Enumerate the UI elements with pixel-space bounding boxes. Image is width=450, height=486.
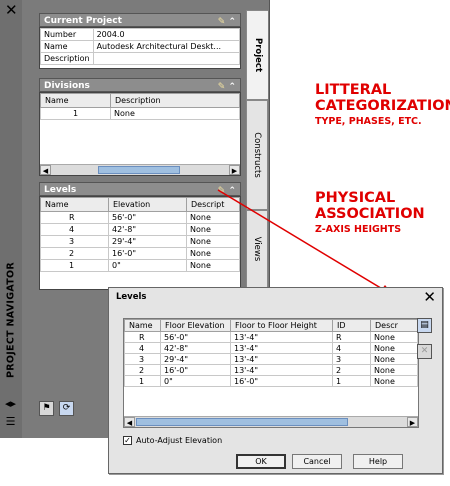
column-header[interactable]: Floor to Floor Height [230,319,333,332]
table-row[interactable]: 4 42'-8" 13'-4" 4 None [124,342,418,354]
dialog-title: Levels [116,292,147,302]
column-header[interactable]: Floor Elevation [160,319,231,332]
column-header[interactable]: Name [124,319,161,332]
table-row[interactable]: 2 16'-0" 13'-4" 2 None [124,364,418,376]
close-icon[interactable]: ✕ [423,288,436,306]
arrow-line [217,189,385,291]
add-level-button[interactable]: ▤ [417,318,432,333]
table-row[interactable]: 1 0" 16'-0" 1 None [124,375,418,387]
levels-grid: Name Floor Elevation Floor to Floor Heig… [123,318,419,428]
table-row[interactable]: R 56'-0" 13'-4" R None [124,331,418,343]
levels-dialog-table: Name Floor Elevation Floor to Floor Heig… [124,319,418,387]
add-level-icon: ▤ [420,320,429,330]
auto-adjust-checkbox[interactable]: ✓ [123,436,132,445]
scroll-left-icon[interactable]: ◀ [124,417,135,427]
column-header[interactable]: Descr [370,319,418,332]
ok-button[interactable]: OK [236,454,286,469]
table-row[interactable]: 3 29'-4" 13'-4" 3 None [124,353,418,365]
levels-dialog: Levels ✕ Name Floor Elevation Floor to F… [108,287,443,474]
delete-level-button[interactable]: ✕ [417,344,432,359]
help-button[interactable]: Help [353,454,403,469]
scroll-right-icon[interactable]: ▶ [407,417,418,427]
auto-adjust-label: Auto-Adjust Elevation [136,436,223,445]
horizontal-scrollbar[interactable]: ◀ ▶ [124,416,418,427]
cancel-button[interactable]: Cancel [292,454,342,469]
delete-icon: ✕ [420,346,429,356]
column-header[interactable]: ID [332,319,371,332]
scroll-thumb[interactable] [136,418,348,426]
